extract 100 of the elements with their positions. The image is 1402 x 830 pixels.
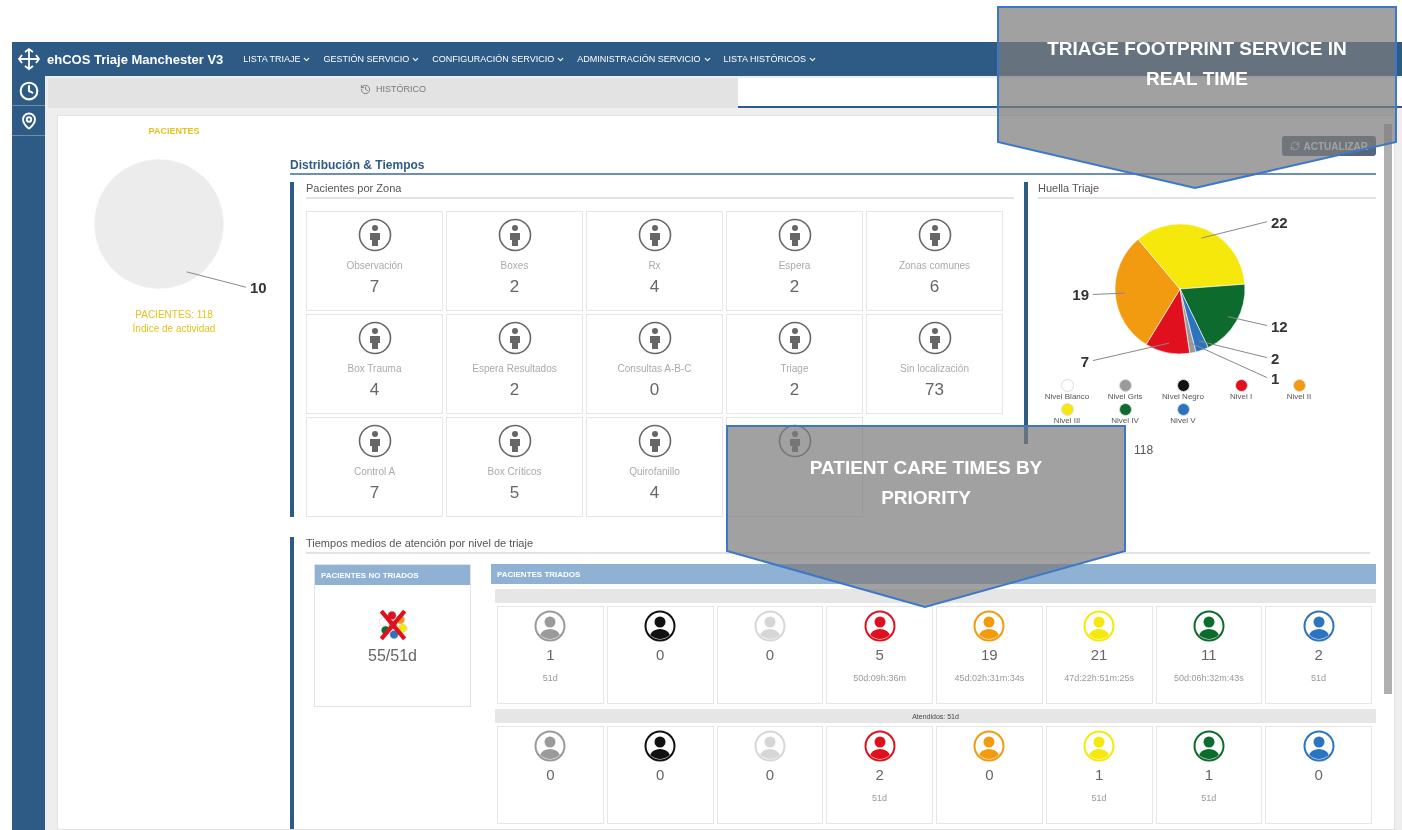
zone-count: 2	[509, 380, 520, 400]
zone-name: Box Críticos	[487, 466, 542, 477]
person-icon	[637, 321, 672, 355]
level-time: 51d	[1311, 673, 1327, 683]
zone-name: Rx	[648, 260, 661, 271]
level-count: 1	[546, 646, 555, 663]
zone-name: Zonas comunes	[898, 260, 971, 271]
callout-text: TRIAGE FOOTPRINT SERVICE IN REAL TIME	[1047, 37, 1347, 91]
person-icon	[357, 321, 392, 355]
data-label: 7	[1080, 342, 1170, 370]
zone-name: Consultas A-B-C	[617, 363, 692, 374]
card-header: PACIENTES NO TRIADOS	[315, 565, 470, 585]
data-label: 10	[186, 271, 267, 297]
legend-label: Nivel Gris	[1107, 392, 1143, 401]
zone-name: Box Trauma	[347, 363, 402, 374]
legend-label: Nivel IV	[1111, 416, 1139, 425]
level-count: 0	[655, 646, 665, 663]
level-count: 11	[1201, 646, 1217, 663]
person-icon	[917, 218, 952, 252]
menu-item[interactable]: CONFIGURACIÓN SERVICIO	[432, 54, 566, 64]
zone-count: 2	[789, 380, 800, 400]
zone-count: 5	[509, 483, 520, 503]
zone-count: 0	[649, 380, 660, 400]
legend-label: Nivel I	[1229, 392, 1253, 401]
level-count: 0	[546, 766, 555, 783]
menu-item[interactable]: LISTA HISTÓRICOS	[723, 54, 817, 64]
zone-name: Espera Resultados	[472, 363, 557, 374]
data-label: 2	[1271, 349, 1280, 367]
level-count: 0	[765, 766, 775, 783]
callout-text: PATIENT CARE TIMES BY PRIORITY	[808, 456, 1044, 510]
patients-total: PACIENTES: 118	[135, 308, 213, 322]
level-time: 47d:22h:51m:25s	[1064, 673, 1134, 683]
zone-name: Boxes	[500, 260, 529, 271]
zone-count: 2	[789, 277, 800, 297]
level-time: 51d	[1091, 793, 1107, 803]
logo-icon	[16, 47, 41, 71]
menu-item[interactable]: GESTIÓN SERVICIO	[323, 54, 421, 64]
zone-name: Triage	[780, 363, 809, 374]
data-label: 7	[1080, 352, 1089, 370]
untriaged-value: 55/51d	[368, 647, 417, 665]
person-icon	[777, 321, 812, 355]
clock-icon[interactable]	[18, 80, 39, 101]
person-icon	[637, 218, 672, 252]
menu-item[interactable]: LISTA TRIAJE	[243, 54, 312, 64]
level-count: 19	[981, 646, 998, 663]
level-count: 0	[985, 766, 994, 783]
zone-count: 4	[649, 483, 660, 503]
level-count: 1	[1094, 766, 1104, 783]
level-time: 50d:06h:32m:43s	[1174, 673, 1244, 683]
data-label: 19	[1072, 286, 1126, 304]
data-label: 1	[1271, 369, 1280, 387]
zone-count: 7	[369, 277, 380, 297]
level-count: 0	[655, 766, 665, 783]
legend-label: Nivel Blanco	[1044, 392, 1090, 401]
level-time: 51d	[1201, 793, 1217, 803]
zones-title: Pacientes por Zona	[306, 182, 1014, 199]
level-time: 51d	[872, 793, 888, 803]
person-icon	[497, 321, 532, 355]
history-icon	[360, 84, 371, 95]
level-time: 51d	[542, 673, 558, 683]
level-time: 45d:02h:31m:34s	[954, 673, 1025, 683]
zone-name: Control A	[353, 466, 396, 477]
level-count: 5	[875, 646, 884, 663]
app-title: ehCOS Triaje Manchester V3	[47, 51, 224, 67]
zone-name: Quirofanillo	[629, 466, 680, 477]
zone-name: Sin localización	[900, 363, 969, 374]
legend-label: Nivel V	[1170, 416, 1196, 425]
data-label: 19	[1072, 286, 1089, 304]
data-label: 2	[1198, 340, 1280, 367]
person-icon	[917, 321, 952, 355]
person-icon	[777, 218, 812, 252]
level-time: 50d:09h:36m	[853, 673, 906, 683]
data-label: 12	[1227, 316, 1288, 335]
level-count: 0	[765, 646, 775, 663]
zone-count: 4	[369, 380, 380, 400]
menu-item[interactable]: ADMINISTRACIÓN SERVICIO	[577, 54, 712, 64]
footprint-total: 118	[1134, 443, 1155, 457]
level-count: 1	[1204, 766, 1214, 783]
tab[interactable]: HISTÓRICO	[48, 78, 738, 108]
level-count: 2	[875, 766, 884, 783]
zone-count: 4	[649, 277, 660, 297]
level-count: 21	[1090, 646, 1108, 663]
person-icon	[357, 218, 392, 252]
legend-label: Nivel III	[1053, 416, 1081, 425]
data-label: 22	[1271, 213, 1288, 231]
zone-count: 7	[369, 483, 380, 503]
zone-count: 6	[929, 277, 940, 297]
data-label: 22	[1200, 213, 1288, 239]
data-label: 12	[1271, 317, 1288, 335]
zone-name: Observación	[346, 260, 403, 271]
level-count: 0	[1314, 766, 1323, 783]
activity-label: Índice de actividad	[132, 322, 216, 336]
person-icon	[357, 424, 392, 458]
zone-name: Espera	[778, 260, 811, 271]
data-label: 10	[250, 279, 267, 297]
person-icon	[497, 218, 532, 252]
legend-label: Nivel Negro	[1162, 392, 1204, 401]
person-icon	[497, 424, 532, 458]
pin-icon[interactable]	[19, 111, 38, 130]
zone-count: 73	[925, 380, 944, 400]
